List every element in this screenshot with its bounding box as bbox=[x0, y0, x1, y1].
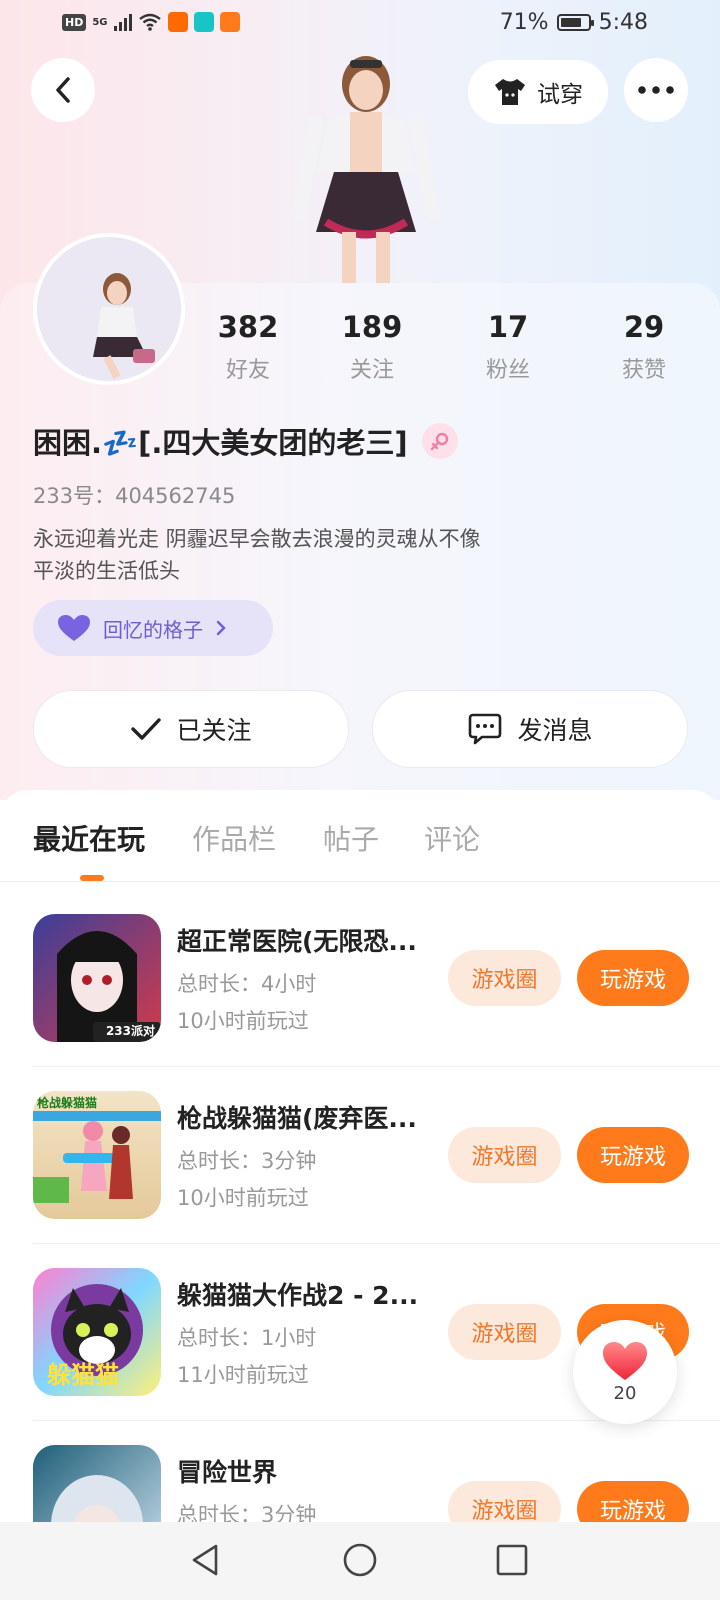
app-notification-icon bbox=[167, 12, 188, 32]
hd-indicator: HD bbox=[62, 13, 87, 31]
send-message-button[interactable]: 发消息 bbox=[372, 690, 688, 768]
stat-label: 获赞 bbox=[621, 358, 666, 383]
game-icon: 枪战躲猫猫 bbox=[33, 1091, 161, 1219]
tshirt-icon bbox=[495, 79, 525, 105]
game-duration: 总时长：3分钟 bbox=[177, 1149, 317, 1173]
game-list-item[interactable]: 233派对 超正常医院(无限恐... 总时长：4小时 10小时前玩过 游戏圈 玩… bbox=[0, 914, 720, 1090]
signal-icon bbox=[113, 13, 132, 31]
chat-bubble-icon bbox=[469, 713, 502, 745]
game-icon: 躲猫猫 bbox=[33, 1268, 161, 1396]
followed-label: 已关注 bbox=[176, 716, 252, 745]
nav-home-icon[interactable] bbox=[340, 1540, 380, 1580]
chevron-left-icon bbox=[56, 77, 70, 103]
stat-fans[interactable]: 17 粉丝 bbox=[458, 310, 558, 384]
nav-recents-icon[interactable] bbox=[492, 1540, 532, 1580]
game-icon-tag: 躲猫猫 bbox=[47, 1361, 119, 1389]
battery-percent: 71% bbox=[499, 10, 549, 35]
tab-comments[interactable]: 评论 bbox=[424, 818, 480, 858]
game-circle-button[interactable]: 游戏圈 bbox=[448, 950, 561, 1006]
system-nav-bar bbox=[0, 1522, 720, 1600]
chevron-right-icon bbox=[216, 620, 226, 636]
memory-label: 回忆的格子 bbox=[103, 617, 203, 642]
play-game-button[interactable]: 玩游戏 bbox=[577, 950, 689, 1006]
battery-icon bbox=[556, 14, 594, 31]
nav-back-icon[interactable] bbox=[186, 1540, 226, 1580]
game-title: 冒险世界 bbox=[177, 1458, 278, 1487]
app-notification-icon bbox=[193, 12, 214, 32]
stat-label: 粉丝 bbox=[485, 358, 530, 383]
stat-label: 好友 bbox=[225, 358, 270, 383]
try-on-label: 试穿 bbox=[537, 82, 583, 108]
avatar-character-image bbox=[286, 52, 446, 284]
tab-posts[interactable]: 帖子 bbox=[323, 818, 379, 858]
memory-grid-button[interactable]: 回忆的格子 bbox=[33, 600, 273, 656]
profile-nickname: 困困.💤[.四大美女团的老三] bbox=[33, 420, 458, 462]
game-duration: 总时长：4小时 bbox=[177, 972, 317, 996]
stat-friends[interactable]: 382 好友 bbox=[198, 310, 298, 384]
game-title: 枪战躲猫猫(废弃医... bbox=[177, 1104, 417, 1133]
app-notification-icon bbox=[219, 12, 240, 32]
female-gender-icon bbox=[421, 423, 458, 459]
stat-value: 17 bbox=[487, 310, 529, 344]
nickname-text: 困困.💤[.四大美女团的老三] bbox=[33, 426, 408, 460]
stat-following[interactable]: 189 关注 bbox=[322, 310, 422, 384]
row-divider bbox=[33, 1066, 720, 1067]
floating-like-button[interactable]: 20 bbox=[573, 1320, 677, 1424]
bio-line: 平淡的生活低头 bbox=[33, 559, 180, 583]
stat-label: 关注 bbox=[349, 358, 394, 383]
try-on-button[interactable]: 试穿 bbox=[468, 60, 608, 124]
followed-button[interactable]: 已关注 bbox=[33, 690, 349, 768]
clock: 5:48 bbox=[598, 10, 648, 35]
heart-icon bbox=[58, 615, 90, 641]
game-icon: 233派对 bbox=[33, 914, 161, 1042]
game-title: 躲猫猫大作战2 - 2... bbox=[177, 1281, 419, 1310]
game-circle-button[interactable]: 游戏圈 bbox=[448, 1304, 561, 1360]
game-title: 超正常医院(无限恐... bbox=[177, 927, 417, 956]
user-bio: 永远迎着光走 阴霾迟早会散去浪漫的灵魂从不像 平淡的生活低头 bbox=[33, 523, 593, 587]
send-message-label: 发消息 bbox=[517, 716, 593, 745]
game-list-item[interactable]: 枪战躲猫猫 枪战躲猫猫(废弃医... 总时长：3分钟 10小时前玩过 游戏圈 玩… bbox=[0, 1091, 720, 1267]
bio-line: 永远迎着光走 阴霾迟早会散去浪漫的灵魂从不像 bbox=[33, 527, 481, 551]
game-last-played: 10小时前玩过 bbox=[177, 1186, 309, 1210]
tab-recently-played[interactable]: 最近在玩 bbox=[33, 818, 145, 858]
stat-value: 29 bbox=[623, 310, 665, 344]
play-game-button[interactable]: 玩游戏 bbox=[577, 1127, 689, 1183]
profile-tabs: 最近在玩 作品栏 帖子 评论 bbox=[0, 818, 720, 882]
row-divider bbox=[33, 1243, 720, 1244]
tabs-divider bbox=[0, 881, 720, 882]
stat-value: 382 bbox=[217, 310, 279, 344]
back-button[interactable] bbox=[31, 58, 95, 122]
tab-works[interactable]: 作品栏 bbox=[192, 818, 276, 858]
checkmark-icon bbox=[131, 718, 162, 740]
user-id: 233号：404562745 bbox=[33, 484, 236, 508]
wifi-icon bbox=[138, 13, 161, 31]
game-last-played: 11小时前玩过 bbox=[177, 1363, 309, 1387]
game-icon-tag: 233派对 bbox=[105, 1024, 155, 1038]
stat-value: 189 bbox=[341, 310, 403, 344]
stat-likes[interactable]: 29 获赞 bbox=[594, 310, 694, 384]
avatar[interactable] bbox=[33, 233, 185, 385]
like-count: 20 bbox=[613, 1382, 637, 1404]
status-bar: HD 5G 71% 5:48 bbox=[0, 0, 720, 48]
game-icon-tag: 枪战躲猫猫 bbox=[37, 1096, 98, 1110]
game-circle-button[interactable]: 游戏圈 bbox=[448, 1127, 561, 1183]
more-button[interactable] bbox=[624, 58, 688, 122]
game-duration: 总时长：1小时 bbox=[177, 1326, 317, 1350]
network-type: 5G bbox=[92, 16, 108, 28]
game-last-played: 10小时前玩过 bbox=[177, 1009, 309, 1033]
more-dots-icon bbox=[638, 86, 674, 94]
heart-icon bbox=[603, 1341, 647, 1380]
